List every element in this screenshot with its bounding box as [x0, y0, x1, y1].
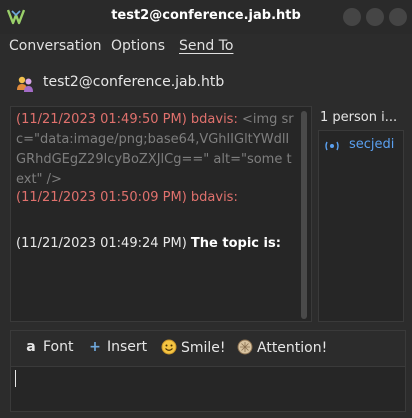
minimize-button[interactable] — [343, 8, 361, 26]
menu-send-to[interactable]: Send To — [179, 38, 233, 54]
message-body: The topic is: — [190, 236, 281, 251]
font-button[interactable]: a Font — [23, 339, 73, 359]
text-caret — [15, 370, 16, 387]
font-icon: a — [26, 339, 36, 355]
close-button[interactable] — [389, 8, 407, 26]
menu-conversation[interactable]: Conversation — [9, 38, 102, 54]
attention-label: Attention! — [257, 340, 328, 356]
smile-label: Smile! — [181, 340, 226, 356]
insert-label: Insert — [107, 339, 148, 355]
chat-room-icon — [17, 76, 33, 92]
smiley-icon — [161, 339, 177, 355]
participants-count: 1 person i... — [320, 110, 398, 125]
conversation-scrollbar[interactable] — [301, 111, 307, 319]
attention-icon — [237, 339, 253, 355]
plus-icon: + — [89, 339, 101, 355]
room-name: test2@conference.jab.htb — [43, 74, 225, 90]
participant-name: secjedi — [349, 137, 395, 152]
formatting-toolbar: a Font + Insert Smile! Attention! — [10, 330, 406, 366]
message-timestamp: (11/21/2023 01:49:50 PM) bdavis: — [16, 112, 238, 127]
smile-button[interactable]: Smile! — [161, 339, 226, 359]
message-item: (11/21/2023 01:49:50 PM) bdavis: <img sr… — [16, 110, 298, 190]
menu-options[interactable]: Options — [111, 38, 165, 54]
menu-bar: Conversation Options Send To — [0, 34, 412, 60]
title-bar[interactable]: test2@conference.jab.htb — [0, 0, 412, 34]
participants-pane: 1 person i... secjedi — [316, 106, 406, 322]
participants-list[interactable]: secjedi — [318, 130, 404, 322]
conversation-history[interactable]: (11/21/2023 01:49:50 PM) bdavis: <img sr… — [10, 106, 312, 322]
maximize-button[interactable] — [366, 8, 384, 26]
insert-button[interactable]: + Insert — [87, 339, 147, 359]
chat-window: test2@conference.jab.htb Conversation Op… — [0, 0, 412, 418]
message-timestamp: (11/21/2023 01:50:09 PM) bdavis: — [16, 190, 238, 205]
message-item: (11/21/2023 01:50:09 PM) bdavis: — [16, 188, 298, 208]
typing-indicator-icon — [325, 141, 339, 151]
message-input[interactable] — [10, 366, 406, 412]
room-header: test2@conference.jab.htb — [0, 66, 412, 102]
attention-button[interactable]: Attention! — [237, 339, 327, 359]
message-item: (11/21/2023 01:49:24 PM) The topic is: — [16, 234, 298, 254]
font-label: Font — [43, 339, 74, 355]
message-timestamp: (11/21/2023 01:49:24 PM) — [16, 236, 187, 251]
